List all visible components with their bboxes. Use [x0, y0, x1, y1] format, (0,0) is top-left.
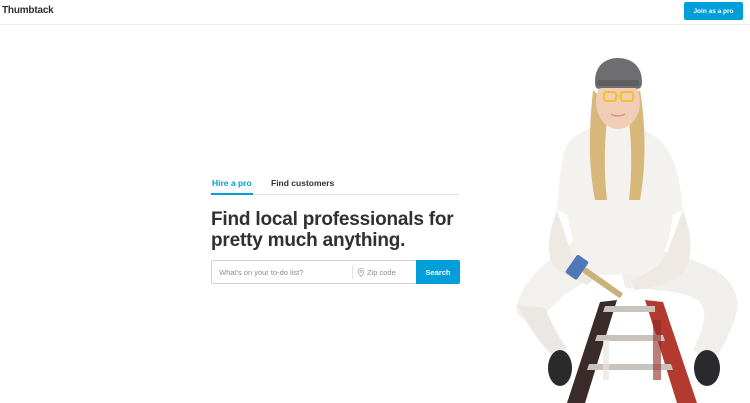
headline-line-1: Find local professionals for [211, 209, 454, 230]
painter-with-ladder-image [516, 58, 738, 403]
thumbtack-logo[interactable]: Thumbtack [2, 5, 54, 16]
search-divider [352, 265, 353, 279]
headline-line-2: pretty much anything. [211, 230, 406, 251]
tab-hire-a-pro[interactable]: Hire a pro [211, 178, 253, 195]
hero-headline: Find local professionals for pretty much… [211, 209, 471, 251]
tab-find-customers[interactable]: Find customers [271, 178, 334, 195]
task-search-input[interactable] [212, 261, 352, 283]
join-as-pro-button[interactable]: Join as a pro [684, 2, 743, 20]
zip-code-input[interactable] [364, 261, 416, 283]
ladder-shape [567, 300, 697, 403]
search-bar: Search [211, 260, 460, 284]
search-button[interactable]: Search [416, 260, 460, 284]
person-head [595, 58, 642, 129]
hero-tabs: Hire a pro Find customers [211, 178, 459, 195]
top-header: Thumbtack Join as a pro [0, 0, 750, 25]
